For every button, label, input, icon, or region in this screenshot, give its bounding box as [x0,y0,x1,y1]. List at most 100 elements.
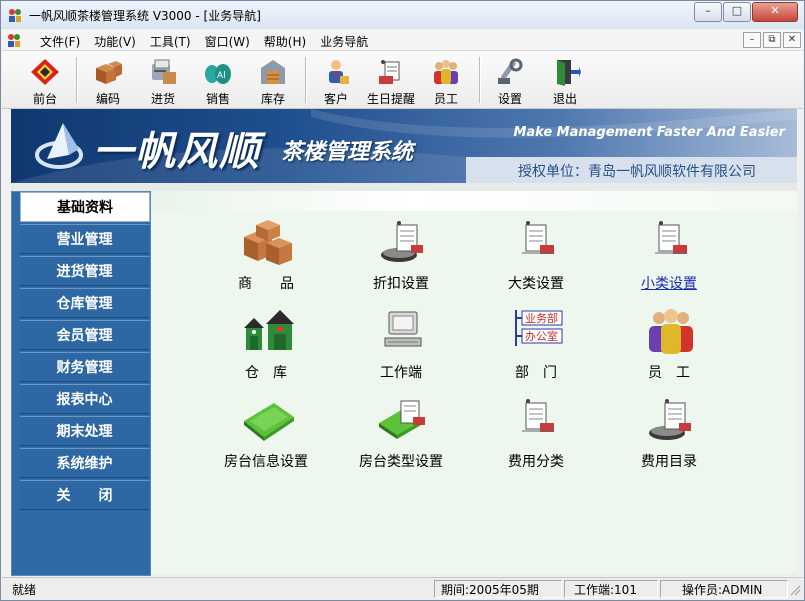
room-info-icon [244,403,294,441]
minimize-button[interactable]: – [694,2,722,22]
child-window-icon[interactable] [6,32,22,48]
toolbar-customer-button[interactable]: 客户 [307,53,365,106]
grid-label-link[interactable]: 小类设置 [599,273,739,293]
svg-text:Al: Al [217,71,226,81]
nav-item-warehouse[interactable]: 仓库管理 [20,288,149,318]
title-bar[interactable]: 一帆风顺茶楼管理系统 V3000 - [业务导航] – □ ✕ [1,1,804,29]
department-tag-business: 业务部 [525,311,558,325]
toolbar-inventory-button[interactable]: 库存 [244,53,302,106]
warehouse-icon [244,310,294,350]
nav-item-finance[interactable]: 财务管理 [20,352,149,382]
toolbar-label: 员工 [433,92,458,106]
grid-item-major-category[interactable]: 大类设置 [476,217,596,297]
nav-item-close[interactable]: 关 闭 [20,480,149,510]
toolbar-label: 销售 [205,92,230,106]
grid-item-staff[interactable]: 员 工 [609,306,729,386]
expense-category-icon [522,399,554,432]
toolbar-birthday-reminder-button[interactable]: 生日提醒 [362,53,420,106]
grid-label: 大类设置 [508,276,564,292]
status-period: 期间:2005年05期 [441,583,539,597]
minimize-icon: – [705,4,711,17]
customer-icon [329,60,349,84]
expense-catalog-icon [649,399,691,440]
menu-function[interactable]: 功能(V) [94,33,136,50]
resize-grip-icon[interactable] [789,584,801,596]
grid-label: 部 门 [515,365,557,381]
grid-item-expense-category[interactable]: 费用分类 [476,395,596,475]
toolbar: 前台 编码 进货 Al 销售 库存 客户 生日提醒 员工 设置 退出 [2,51,803,109]
birthday-reminder-icon [379,60,400,84]
app-logo-icon [9,9,21,22]
mdi-restore-button[interactable]: ⧉ [763,32,781,48]
grid-item-room-type[interactable]: 房台类型设置 [341,395,461,475]
menu-window[interactable]: 窗口(W) [205,33,250,50]
toolbar-separator [76,57,78,103]
toolbar-settings-button[interactable]: 设置 [481,53,539,106]
app-window: 一帆风顺茶楼管理系统 V3000 - [业务导航] – □ ✕ 文件(F) 功能… [0,0,805,601]
brand-name: 一帆风顺 [93,128,261,175]
sail-logo-icon [35,123,83,169]
employee-icon [434,60,458,84]
close-icon: ✕ [770,4,780,17]
grid-label: 商 品 [238,276,294,292]
minor-category-icon [655,221,687,254]
nav-item-purchase[interactable]: 进货管理 [20,256,149,286]
workstation-computer-icon [384,311,422,347]
mdi-minimize-button[interactable]: – [743,32,761,48]
brand-subtitle: 茶楼管理系统 [281,140,414,165]
toolbar-label: 编码 [95,92,120,106]
grid-label: 折扣设置 [373,276,429,292]
nav-item-basic-data[interactable]: 基础资料 [20,192,150,222]
grid-item-workstation[interactable]: 工作端 [341,306,461,386]
nav-item-business[interactable]: 营业管理 [20,224,149,254]
window-title: 一帆风顺茶楼管理系统 V3000 - [业务导航] [29,9,261,23]
menu-file[interactable]: 文件(F) [40,33,80,50]
nav-item-member[interactable]: 会员管理 [20,320,149,350]
menu-help[interactable]: 帮助(H) [264,33,306,50]
department-icon: 业务部 办公室 [515,310,563,346]
major-category-icon [522,221,554,254]
toolbar-exit-button[interactable]: 退出 [536,53,594,106]
toolbar-sales-button[interactable]: Al 销售 [189,53,247,106]
sales-icon: Al [205,64,231,84]
status-bar: 就绪 期间:2005年05期 工作端:101 操作员:ADMIN [2,577,803,600]
status-workstation: 工作端:101 [574,583,637,597]
grid-item-warehouse[interactable]: 仓 库 [206,306,326,386]
department-tag-office: 办公室 [525,329,558,343]
exit-door-icon [557,60,581,86]
grid-item-goods[interactable]: 商 品 [206,217,326,297]
nav-item-period-end[interactable]: 期末处理 [20,416,149,446]
coding-boxes-icon [96,61,122,84]
nav-item-reports[interactable]: 报表中心 [20,384,149,414]
content-area: 商 品 折扣设置 大类设置 小类设置 仓 库 工作端 业务部 办公室 部 门 员… [151,191,797,574]
toolbar-label: 进货 [150,92,175,106]
toolbar-employee-button[interactable]: 员工 [417,53,475,106]
close-button[interactable]: ✕ [752,2,798,22]
grid-label: 工作端 [380,365,422,381]
menu-bar: 文件(F) 功能(V) 工具(T) 窗口(W) 帮助(H) 业务导航 – ⧉ ✕ [2,30,803,51]
grid-label: 房台信息设置 [224,454,308,470]
menu-business-nav[interactable]: 业务导航 [320,33,368,50]
maximize-button[interactable]: □ [723,2,751,22]
toolbar-coding-button[interactable]: 编码 [79,53,137,106]
license-panel: 授权单位：青岛一帆风顺软件有限公司 [466,157,797,183]
toolbar-label: 前台 [32,92,57,106]
grid-item-minor-category[interactable]: 小类设置 [609,217,729,297]
staff-icon [649,309,693,354]
grid-item-department[interactable]: 业务部 办公室 部 门 [476,306,596,386]
toolbar-label: 客户 [323,92,348,106]
maximize-icon: □ [731,4,743,17]
goods-boxes-icon [244,220,292,265]
grid-item-expense-catalog[interactable]: 费用目录 [609,395,729,475]
toolbar-label: 库存 [260,92,285,106]
menu-tools[interactable]: 工具(T) [150,33,191,50]
toolbar-front-desk-button[interactable]: 前台 [16,53,74,106]
nav-item-system-maintenance[interactable]: 系统维护 [20,448,149,478]
room-type-icon [379,400,425,439]
grid-item-room-info[interactable]: 房台信息设置 [206,395,326,475]
mdi-close-button[interactable]: ✕ [783,32,801,48]
grid-item-discount-settings[interactable]: 折扣设置 [341,217,461,297]
toolbar-purchase-button[interactable]: 进货 [134,53,192,106]
settings-tools-icon [498,58,523,84]
purchase-icon [152,59,176,84]
